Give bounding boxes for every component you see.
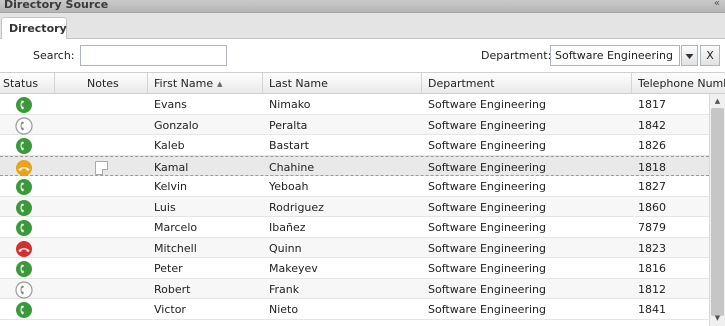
last-name-cell: Rodriguez bbox=[269, 200, 324, 214]
department-label: Department: bbox=[481, 49, 552, 62]
first-name-cell: Robert bbox=[154, 282, 191, 296]
search-input[interactable] bbox=[80, 45, 227, 66]
first-name-cell: Kamal bbox=[154, 160, 189, 174]
column-header-status[interactable]: Status bbox=[0, 73, 55, 94]
department-cell: Software Engineering bbox=[428, 303, 546, 316]
first-name-cell: Marcelo bbox=[154, 221, 198, 234]
presence-available-icon bbox=[16, 97, 32, 113]
presence-available-icon bbox=[16, 261, 32, 277]
scrollbar-thumb[interactable] bbox=[711, 108, 724, 316]
table-row[interactable]: Gonzalo Peralta Software Engineering 1842 bbox=[0, 114, 709, 135]
department-cell: Software Engineering bbox=[428, 200, 546, 214]
last-name-cell: Nieto bbox=[269, 303, 299, 316]
telephone-cell: 1817 bbox=[638, 98, 666, 111]
first-name-cell: Victor bbox=[154, 303, 186, 316]
telephone-cell: 1826 bbox=[638, 139, 666, 152]
first-name-cell: Kelvin bbox=[154, 180, 188, 193]
department-cell: Software Engineering bbox=[428, 221, 546, 234]
column-header-notes[interactable]: Notes bbox=[55, 73, 148, 94]
chevron-down-icon bbox=[685, 54, 694, 59]
table-row[interactable]: Marcelo Ibañez Software Engineering 7879 bbox=[0, 217, 709, 238]
first-name-cell: Gonzalo bbox=[154, 118, 199, 132]
telephone-cell: 1860 bbox=[638, 200, 666, 214]
table-row[interactable]: Kamal Chahine Software Engineering 1818 bbox=[0, 155, 709, 176]
telephone-cell: 1842 bbox=[638, 118, 666, 132]
panel-title: Directory Source bbox=[4, 0, 109, 11]
department-cell: Software Engineering bbox=[428, 98, 546, 111]
last-name-cell: Chahine bbox=[269, 160, 315, 174]
table-row[interactable]: Peter Makeyev Software Engineering 1816 bbox=[0, 258, 709, 279]
department-select[interactable]: Software Engineering bbox=[550, 45, 680, 66]
department-cell: Software Engineering bbox=[428, 262, 546, 275]
last-name-cell: Nimako bbox=[269, 98, 311, 111]
department-dropdown-button[interactable] bbox=[681, 45, 698, 66]
column-header-first-name[interactable]: First Name ▲ bbox=[148, 73, 263, 94]
first-name-cell: Mitchell bbox=[154, 241, 197, 255]
table-row[interactable]: Kelvin Yeboah Software Engineering 1827 bbox=[0, 176, 709, 197]
table-row[interactable]: Kaleb Bastart Software Engineering 1826 bbox=[0, 135, 709, 156]
filter-bar: Search: Department: Software Engineering… bbox=[0, 39, 725, 72]
column-header-department[interactable]: Department bbox=[422, 73, 632, 94]
scroll-up-icon[interactable]: ▲ bbox=[710, 94, 725, 108]
tab-strip: Directory bbox=[0, 13, 725, 40]
presence-busy-icon bbox=[16, 159, 32, 176]
column-header-telephone[interactable]: Telephone Number bbox=[632, 73, 725, 94]
vertical-scrollbar[interactable]: ▲ ▼ bbox=[709, 94, 725, 326]
presence-available-icon bbox=[16, 220, 32, 236]
first-name-cell: Peter bbox=[154, 262, 183, 275]
column-header-last-name[interactable]: Last Name bbox=[263, 73, 422, 94]
department-cell: Software Engineering bbox=[428, 160, 546, 174]
department-cell: Software Engineering bbox=[428, 180, 546, 193]
sort-ascending-icon: ▲ bbox=[217, 80, 223, 88]
presence-offline-icon bbox=[15, 280, 33, 299]
presence-offline-icon bbox=[15, 116, 33, 135]
department-cell: Software Engineering bbox=[428, 241, 546, 255]
directory-grid: Evans Nimako Software Engineering 1817 Gonza… bbox=[0, 94, 709, 326]
last-name-cell: Bastart bbox=[269, 139, 309, 152]
department-cell: Software Engineering bbox=[428, 139, 546, 152]
note-icon[interactable] bbox=[95, 160, 108, 175]
first-name-cell: Kaleb bbox=[154, 139, 185, 152]
last-name-cell: Peralta bbox=[269, 118, 308, 132]
table-row[interactable]: Victor Nieto Software Engineering 1841 bbox=[0, 299, 709, 320]
clear-filter-button[interactable]: X bbox=[700, 45, 720, 66]
last-name-cell: Quinn bbox=[269, 241, 302, 255]
table-row[interactable]: Mitchell Quinn Software Engineering 1823 bbox=[0, 237, 709, 258]
presence-available-icon bbox=[16, 199, 32, 216]
telephone-cell: 1812 bbox=[638, 282, 666, 296]
telephone-cell: 1818 bbox=[638, 160, 666, 174]
scroll-down-icon[interactable]: ▼ bbox=[710, 314, 725, 326]
panel-titlebar: Directory Source « bbox=[0, 0, 725, 13]
first-name-cell: Evans bbox=[154, 98, 187, 111]
telephone-cell: 1841 bbox=[638, 303, 666, 316]
table-row[interactable]: Evans Nimako Software Engineering 1817 bbox=[0, 94, 709, 115]
telephone-cell: 7879 bbox=[638, 221, 666, 234]
last-name-cell: Yeboah bbox=[269, 180, 309, 193]
last-name-cell: Frank bbox=[269, 282, 300, 296]
search-label: Search: bbox=[33, 49, 75, 62]
department-cell: Software Engineering bbox=[428, 282, 546, 296]
table-row[interactable]: Robert Frank Software Engineering 1812 bbox=[0, 278, 709, 299]
presence-available-icon bbox=[16, 179, 32, 195]
presence-available-icon bbox=[16, 302, 32, 318]
telephone-cell: 1823 bbox=[638, 241, 666, 255]
first-name-cell: Luis bbox=[154, 200, 176, 214]
table-header: Status Notes First Name ▲ Last Name Depar… bbox=[0, 72, 725, 94]
last-name-cell: Makeyev bbox=[269, 262, 318, 275]
department-cell: Software Engineering bbox=[428, 118, 546, 132]
presence-dnd-icon bbox=[16, 240, 32, 257]
table-row[interactable]: Luis Rodriguez Software Engineering 1860 bbox=[0, 196, 709, 217]
telephone-cell: 1827 bbox=[638, 180, 666, 193]
collapse-icon[interactable]: « bbox=[714, 0, 720, 9]
telephone-cell: 1816 bbox=[638, 262, 666, 275]
tab-directory[interactable]: Directory bbox=[1, 17, 67, 40]
presence-available-icon bbox=[16, 138, 32, 154]
last-name-cell: Ibañez bbox=[269, 221, 306, 234]
